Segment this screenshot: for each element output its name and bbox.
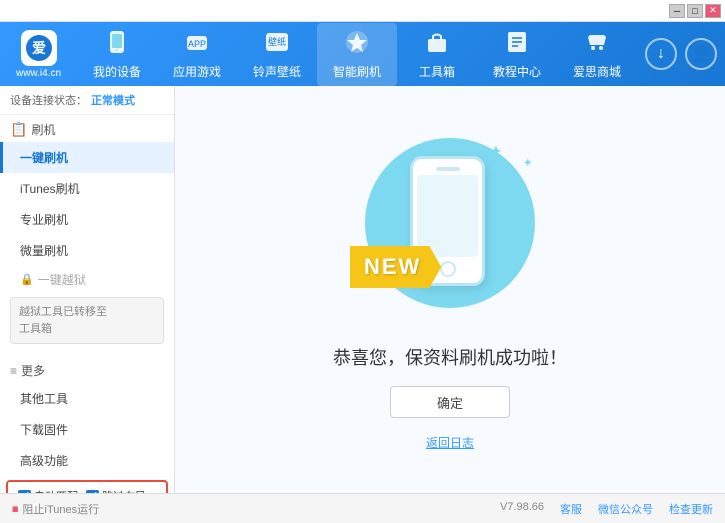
- auto-match-label: 自动匹配: [34, 488, 78, 493]
- title-bar: ─ □ ✕: [0, 0, 725, 22]
- one-click-label: 一键刷机: [20, 151, 68, 165]
- nav-my-device[interactable]: 我的设备: [77, 23, 157, 86]
- check-update-link[interactable]: 检查更新: [669, 501, 713, 517]
- nav-ringtones-label: 铃声壁纸: [253, 63, 301, 80]
- svg-text:APP: APP: [188, 39, 206, 49]
- svg-text:爱: 爱: [32, 40, 46, 56]
- minimize-button[interactable]: ─: [669, 4, 685, 18]
- more-label: 更多: [21, 362, 45, 379]
- advanced-label: 高级功能: [20, 454, 68, 468]
- footer: ⏹ 阻止iTunes运行 V7.98.66 客服 微信公众号 检查更新: [0, 493, 725, 523]
- user-button[interactable]: 👤: [685, 38, 717, 70]
- sidebar: 设备连接状态： 正常模式 📋 刷机 一键刷机 iTunes刷机 专业刷机 微量刷…: [0, 86, 175, 493]
- window-controls: ─ □ ✕: [669, 4, 721, 18]
- more-icon: ≡: [10, 364, 17, 378]
- save-flash-label: 微量刷机: [20, 244, 68, 258]
- nav-smart-flash-label: 智能刷机: [333, 63, 381, 80]
- phone-illustration: ✦ ✦ ✦ NEW: [360, 128, 540, 328]
- toolbox-icon: [424, 29, 450, 61]
- success-illustration: ✦ ✦ ✦ NEW 恭喜您，保资料刷机成功啦！ 确定 返回日志: [333, 128, 567, 451]
- ringtones-icon: 壁纸: [264, 29, 290, 61]
- auto-match-input[interactable]: [18, 490, 31, 494]
- close-button[interactable]: ✕: [705, 4, 721, 18]
- sparkle-2: ✦: [524, 158, 532, 169]
- header-right-controls: ↓ 👤: [645, 38, 717, 70]
- back-to-log-link[interactable]: 返回日志: [426, 434, 474, 451]
- itunes-stop-label: 阻止iTunes运行: [23, 501, 100, 517]
- nav-shop-label: 爱思商城: [573, 63, 621, 80]
- stop-icon: ⏹: [12, 501, 19, 517]
- my-device-icon: [104, 29, 130, 61]
- sparkle-3: ✦: [420, 140, 428, 151]
- new-ribbon: NEW: [350, 246, 441, 288]
- logo-url: www.i4.cn: [16, 68, 61, 79]
- flash-section-icon: 📋: [10, 121, 27, 138]
- phone-home-btn: [440, 261, 456, 277]
- flash-section-header: 📋 刷机: [0, 115, 174, 142]
- footer-left: ⏹ 阻止iTunes运行: [12, 501, 99, 517]
- tutorial-icon: [504, 29, 530, 61]
- nav-tutorial[interactable]: 教程中心: [477, 23, 557, 86]
- sparkle-1: ✦: [490, 143, 502, 160]
- pro-flash-label: 专业刷机: [20, 213, 68, 227]
- smart-flash-icon: [344, 29, 370, 61]
- wechat-link[interactable]: 微信公众号: [598, 501, 653, 517]
- sidebar-item-save-flash[interactable]: 微量刷机: [0, 235, 174, 266]
- nav-my-device-label: 我的设备: [93, 63, 141, 80]
- success-message: 恭喜您，保资料刷机成功啦！: [333, 344, 567, 370]
- skip-wizard-checkbox[interactable]: 跳过向导: [86, 488, 146, 493]
- skip-wizard-input[interactable]: [86, 490, 99, 494]
- shop-icon: [584, 29, 610, 61]
- nav-apps-label: 应用游戏: [173, 63, 221, 80]
- logo[interactable]: 爱 www.i4.cn: [8, 30, 69, 79]
- sidebar-locked-jailbreak: 🔒 一键越狱: [0, 266, 174, 293]
- sidebar-checkboxes: 自动匹配 跳过向导: [6, 480, 168, 493]
- skip-wizard-label: 跳过向导: [102, 488, 146, 493]
- apps-games-icon: APP: [184, 29, 210, 61]
- device-status-label: 设备连接状态：: [10, 92, 87, 108]
- nav-ringtones[interactable]: 壁纸 铃声壁纸: [237, 23, 317, 86]
- sidebar-notice: 越狱工具已转移至工具箱: [10, 297, 164, 344]
- nav-toolbox[interactable]: 工具箱: [397, 23, 477, 86]
- svg-text:壁纸: 壁纸: [268, 36, 286, 47]
- sidebar-item-firmware[interactable]: 下载固件: [0, 414, 174, 445]
- customer-service-link[interactable]: 客服: [560, 501, 582, 517]
- more-section-header: ≡ 更多: [0, 356, 174, 383]
- device-status-value: 正常模式: [91, 92, 135, 108]
- sidebar-item-advanced[interactable]: 高级功能: [0, 445, 174, 476]
- phone-screen: [417, 175, 478, 257]
- nav-smart-flash[interactable]: 智能刷机: [317, 23, 397, 86]
- confirm-button[interactable]: 确定: [390, 386, 510, 418]
- sidebar-item-one-click[interactable]: 一键刷机: [0, 142, 174, 173]
- header: 爱 www.i4.cn 我的设备 APP 应用游戏: [0, 22, 725, 86]
- version-label: V7.98.66: [500, 501, 544, 517]
- download-button[interactable]: ↓: [645, 38, 677, 70]
- nav-bar: 我的设备 APP 应用游戏 壁纸 铃声壁纸: [77, 23, 637, 86]
- other-tools-label: 其他工具: [20, 392, 68, 406]
- maximize-button[interactable]: □: [687, 4, 703, 18]
- nav-shop[interactable]: 爱思商城: [557, 23, 637, 86]
- flash-section-label: 刷机: [31, 121, 55, 138]
- sidebar-item-pro-flash[interactable]: 专业刷机: [0, 204, 174, 235]
- nav-apps-games[interactable]: APP 应用游戏: [157, 23, 237, 86]
- logo-icon: 爱: [21, 30, 57, 66]
- nav-toolbox-label: 工具箱: [419, 63, 455, 80]
- sidebar-item-other-tools[interactable]: 其他工具: [0, 383, 174, 414]
- content-area: ✦ ✦ ✦ NEW 恭喜您，保资料刷机成功啦！ 确定 返回日志: [175, 86, 725, 493]
- itunes-stop-control[interactable]: ⏹ 阻止iTunes运行: [12, 501, 99, 517]
- phone-speaker: [436, 167, 460, 171]
- sidebar-item-itunes[interactable]: iTunes刷机: [0, 173, 174, 204]
- main-layout: 设备连接状态： 正常模式 📋 刷机 一键刷机 iTunes刷机 专业刷机 微量刷…: [0, 86, 725, 493]
- locked-label: 一键越狱: [38, 271, 86, 288]
- device-status: 设备连接状态： 正常模式: [0, 86, 174, 115]
- auto-match-checkbox[interactable]: 自动匹配: [18, 488, 78, 493]
- firmware-label: 下载固件: [20, 423, 68, 437]
- itunes-label: iTunes刷机: [20, 182, 80, 196]
- lock-icon: 🔒: [20, 273, 34, 286]
- nav-tutorial-label: 教程中心: [493, 63, 541, 80]
- notice-text: 越狱工具已转移至工具箱: [19, 306, 107, 335]
- new-badge-text: NEW: [364, 254, 421, 279]
- footer-right: V7.98.66 客服 微信公众号 检查更新: [500, 501, 713, 517]
